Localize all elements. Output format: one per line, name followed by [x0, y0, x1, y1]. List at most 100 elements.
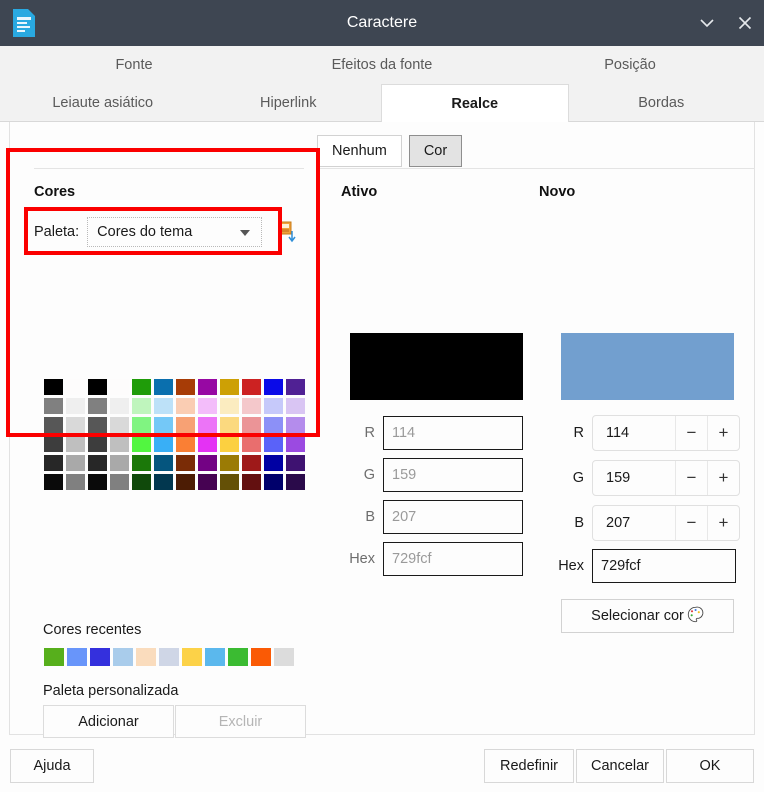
color-swatch[interactable]	[66, 417, 85, 433]
color-swatch[interactable]	[242, 436, 261, 452]
recent-color-swatch[interactable]	[90, 648, 110, 666]
color-swatch[interactable]	[286, 379, 305, 395]
color-swatch[interactable]	[154, 398, 173, 414]
tab-bordas[interactable]: Bordas	[569, 84, 755, 122]
new-r-stepper[interactable]: 114 − +	[592, 415, 740, 451]
color-swatch[interactable]	[132, 436, 151, 452]
recent-color-swatch[interactable]	[159, 648, 179, 666]
color-swatch[interactable]	[66, 455, 85, 471]
color-swatch[interactable]	[242, 398, 261, 414]
color-swatch[interactable]	[264, 436, 283, 452]
color-swatch[interactable]	[44, 455, 63, 471]
color-swatch[interactable]	[220, 379, 239, 395]
color-swatch[interactable]	[176, 455, 195, 471]
color-swatch[interactable]	[88, 379, 107, 395]
tab-realce[interactable]: Realce	[381, 84, 569, 122]
new-b-increment[interactable]: +	[707, 506, 739, 540]
recent-color-swatch[interactable]	[44, 648, 64, 666]
new-g-value[interactable]: 159	[593, 461, 675, 495]
color-swatch[interactable]	[176, 417, 195, 433]
color-swatch[interactable]	[220, 436, 239, 452]
color-swatch[interactable]	[176, 436, 195, 452]
color-swatch[interactable]	[132, 474, 151, 490]
color-swatch[interactable]	[286, 474, 305, 490]
tab-leiaute-asiatico[interactable]: Leiaute asiático	[10, 84, 196, 122]
color-swatch[interactable]	[198, 455, 217, 471]
color-swatch[interactable]	[198, 436, 217, 452]
load-palette-icon[interactable]	[276, 220, 298, 244]
color-swatch[interactable]	[88, 436, 107, 452]
cor-button[interactable]: Cor	[408, 135, 463, 167]
recent-color-swatch[interactable]	[228, 648, 248, 666]
color-swatch[interactable]	[264, 474, 283, 490]
new-b-value[interactable]: 207	[593, 506, 675, 540]
color-swatch[interactable]	[220, 455, 239, 471]
palette-select[interactable]: Cores do tema	[87, 217, 263, 247]
ok-button[interactable]: OK	[666, 749, 754, 783]
color-swatch[interactable]	[264, 379, 283, 395]
recent-color-swatch[interactable]	[136, 648, 156, 666]
color-swatch[interactable]	[132, 398, 151, 414]
tab-fonte[interactable]: Fonte	[10, 46, 258, 84]
color-swatch[interactable]	[154, 417, 173, 433]
color-swatch[interactable]	[66, 379, 85, 395]
color-swatch[interactable]	[154, 455, 173, 471]
color-swatch[interactable]	[110, 436, 129, 452]
color-swatch[interactable]	[44, 417, 63, 433]
color-swatch[interactable]	[154, 379, 173, 395]
recent-color-swatch[interactable]	[67, 648, 87, 666]
recent-color-swatch[interactable]	[274, 648, 294, 666]
color-swatch[interactable]	[286, 417, 305, 433]
adicionar-button[interactable]: Adicionar	[43, 705, 174, 738]
color-swatch[interactable]	[198, 417, 217, 433]
color-swatch[interactable]	[286, 436, 305, 452]
color-swatch[interactable]	[44, 436, 63, 452]
close-icon[interactable]	[726, 0, 764, 46]
tab-posicao[interactable]: Posição	[506, 46, 754, 84]
color-swatch[interactable]	[220, 398, 239, 414]
color-swatch[interactable]	[286, 455, 305, 471]
new-g-decrement[interactable]: −	[675, 461, 707, 495]
color-swatch[interactable]	[110, 379, 129, 395]
color-swatch[interactable]	[44, 398, 63, 414]
color-swatch[interactable]	[220, 474, 239, 490]
new-r-decrement[interactable]: −	[675, 416, 707, 450]
color-swatch[interactable]	[264, 455, 283, 471]
color-swatch[interactable]	[154, 474, 173, 490]
color-swatch[interactable]	[242, 455, 261, 471]
new-b-decrement[interactable]: −	[675, 506, 707, 540]
color-swatch[interactable]	[176, 398, 195, 414]
color-swatch[interactable]	[198, 379, 217, 395]
cancelar-button[interactable]: Cancelar	[576, 749, 664, 783]
color-swatch[interactable]	[66, 474, 85, 490]
color-swatch[interactable]	[132, 379, 151, 395]
color-swatch[interactable]	[242, 379, 261, 395]
recent-color-swatch[interactable]	[182, 648, 202, 666]
color-swatch[interactable]	[242, 417, 261, 433]
color-swatch[interactable]	[176, 474, 195, 490]
color-swatch[interactable]	[110, 398, 129, 414]
nenhum-button[interactable]: Nenhum	[317, 135, 402, 167]
new-g-increment[interactable]: +	[707, 461, 739, 495]
color-swatch[interactable]	[88, 398, 107, 414]
color-swatch[interactable]	[88, 474, 107, 490]
color-swatch[interactable]	[44, 379, 63, 395]
recent-color-swatch[interactable]	[205, 648, 225, 666]
redefinir-button[interactable]: Redefinir	[484, 749, 574, 783]
color-swatch[interactable]	[286, 398, 305, 414]
color-swatch[interactable]	[132, 455, 151, 471]
new-g-stepper[interactable]: 159 − +	[592, 460, 740, 496]
tab-efeitos-da-fonte[interactable]: Efeitos da fonte	[258, 46, 506, 84]
color-swatch[interactable]	[154, 436, 173, 452]
recent-color-swatch[interactable]	[251, 648, 271, 666]
color-swatch[interactable]	[264, 417, 283, 433]
color-swatch[interactable]	[88, 455, 107, 471]
color-swatch[interactable]	[132, 417, 151, 433]
new-r-value[interactable]: 114	[593, 416, 675, 450]
ajuda-button[interactable]: Ajuda	[10, 749, 94, 783]
select-color-button[interactable]: Selecionar cor	[561, 599, 734, 633]
recent-color-swatch[interactable]	[113, 648, 133, 666]
color-swatch[interactable]	[242, 474, 261, 490]
color-swatch[interactable]	[110, 417, 129, 433]
color-swatch[interactable]	[264, 398, 283, 414]
